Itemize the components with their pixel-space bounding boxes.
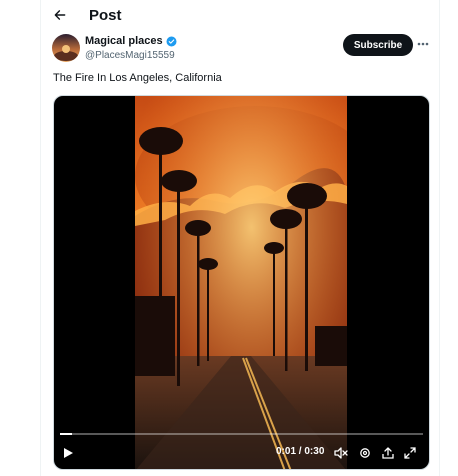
- video-player[interactable]: 0:01 / 0:30: [53, 95, 430, 470]
- duration: 0:30: [304, 446, 325, 457]
- author-name[interactable]: Magical places: [85, 35, 163, 47]
- tweet-text: The Fire In Los Angeles, California: [53, 72, 222, 84]
- avatar[interactable]: [52, 34, 80, 62]
- post-header: Post: [41, 0, 439, 30]
- avatar-image: [52, 34, 80, 62]
- share-icon: [382, 447, 394, 459]
- video-time: 0:01 / 0:30: [276, 446, 324, 457]
- more-horizontal-icon: [417, 42, 429, 46]
- video-controls: 0:01 / 0:30: [54, 429, 429, 469]
- verified-badge-icon: [166, 36, 177, 46]
- settings-icon: [360, 448, 370, 458]
- share-button[interactable]: [382, 446, 394, 464]
- current-time: 0:01: [276, 446, 297, 457]
- page-title: Post: [89, 7, 122, 24]
- author-name-row: Magical places: [85, 35, 177, 47]
- play-button[interactable]: [62, 446, 74, 464]
- author-handle[interactable]: @PlacesMagi15559: [85, 50, 175, 61]
- play-icon: [64, 448, 73, 458]
- settings-button[interactable]: [359, 446, 371, 464]
- time-separator: /: [298, 446, 302, 457]
- video-frame-image: [135, 96, 347, 469]
- video-progress-fill: [60, 433, 72, 435]
- more-options-button[interactable]: [416, 36, 430, 52]
- fullscreen-icon: [404, 447, 416, 459]
- post-column: Post Magical places @PlacesMagi15559 Sub…: [40, 0, 440, 476]
- arrow-left-icon: [54, 10, 66, 20]
- back-button[interactable]: [49, 4, 71, 26]
- video-progress-bar[interactable]: [60, 433, 423, 435]
- volume-muted-icon: [334, 447, 348, 459]
- mute-button[interactable]: [334, 446, 348, 464]
- fullscreen-button[interactable]: [404, 446, 416, 464]
- subscribe-button[interactable]: Subscribe: [343, 34, 413, 56]
